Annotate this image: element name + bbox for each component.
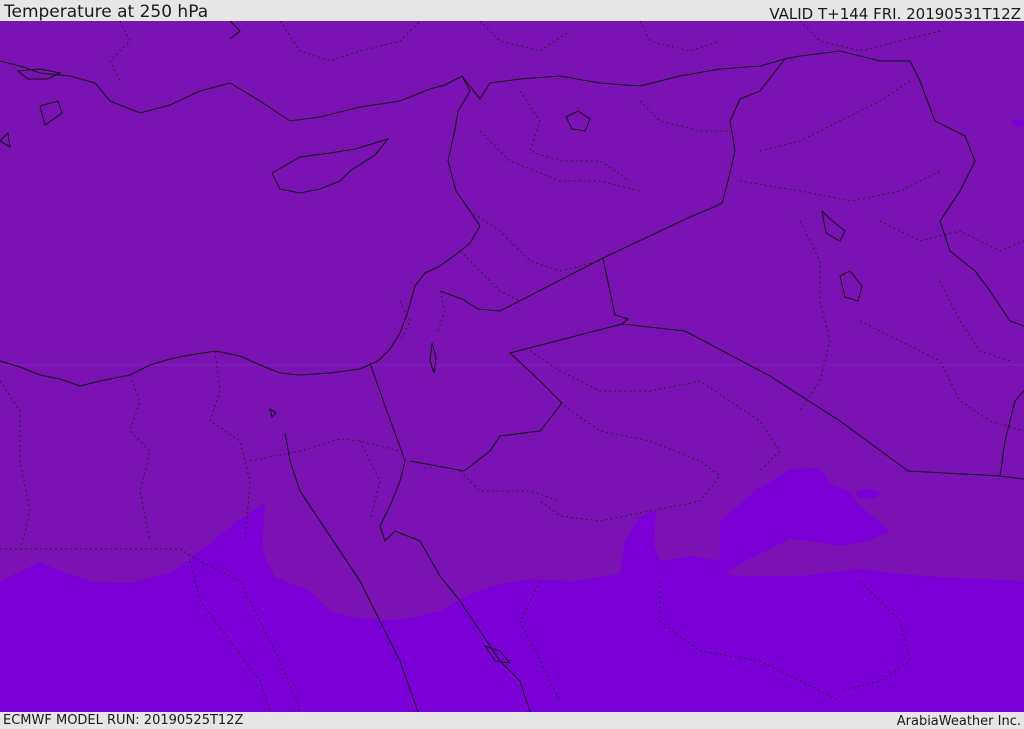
- temperature-patch: [1012, 119, 1024, 127]
- temperature-patch: [856, 489, 880, 499]
- model-run-label: ECMWF MODEL RUN: 20190525T12Z: [3, 713, 244, 728]
- valid-time-label: VALID T+144 FRI. 20190531T12Z: [769, 5, 1021, 23]
- map-canvas: [0, 21, 1024, 712]
- map-title: Temperature at 250 hPa: [4, 2, 209, 22]
- map-area[interactable]: [0, 21, 1024, 712]
- credit-label: ArabiaWeather Inc.: [896, 714, 1021, 729]
- header-bar: Temperature at 250 hPa VALID T+144 FRI. …: [0, 0, 1024, 23]
- footer-bar: ECMWF MODEL RUN: 20190525T12Z ArabiaWeat…: [0, 712, 1024, 729]
